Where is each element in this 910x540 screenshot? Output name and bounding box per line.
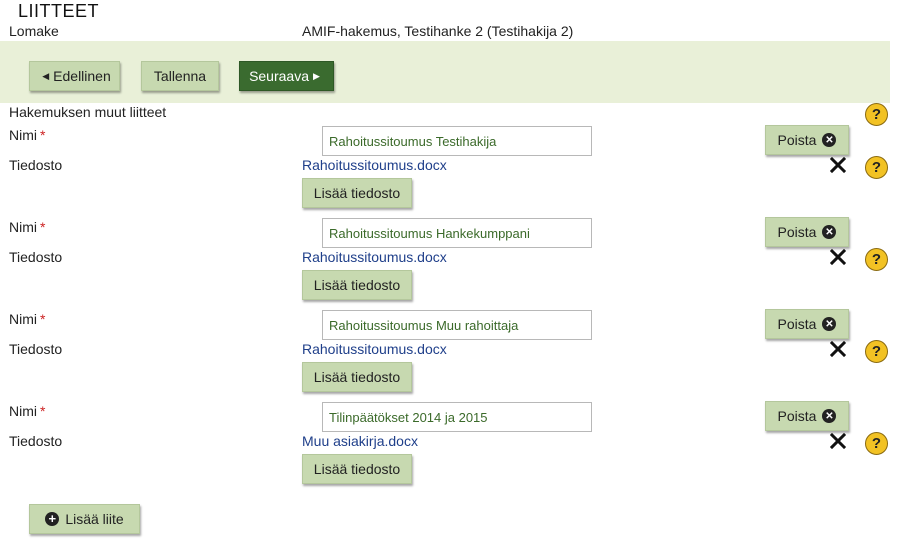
remove-button-label: Poista <box>777 408 817 424</box>
add-file-button[interactable]: Lisää tiedosto <box>302 178 412 208</box>
plus-circle-icon: + <box>45 512 60 526</box>
remove-button[interactable]: Poista ✕ <box>765 217 849 247</box>
name-label: Nimi * <box>9 311 45 327</box>
delete-file-icon[interactable] <box>830 433 846 449</box>
close-circle-icon: ✕ <box>822 409 837 423</box>
add-file-button[interactable]: Lisää tiedosto <box>302 454 412 484</box>
form-label: Lomake <box>9 23 59 39</box>
previous-button[interactable]: ◀ Edellinen <box>29 61 120 91</box>
name-label-text: Nimi <box>9 311 37 327</box>
file-link[interactable]: Muu asiakirja.docx <box>302 433 418 449</box>
add-attachment-label: Lisää liite <box>65 511 124 527</box>
attachment-name-input[interactable] <box>322 126 592 156</box>
file-link[interactable]: Rahoitussitoumus.docx <box>302 249 447 265</box>
remove-button-label: Poista <box>777 132 817 148</box>
next-button-label: Seuraava <box>249 68 309 84</box>
delete-file-icon[interactable] <box>830 341 846 357</box>
help-icon[interactable]: ? <box>865 103 888 126</box>
remove-button[interactable]: Poista ✕ <box>765 401 849 431</box>
page-title: LIITTEET <box>18 1 100 21</box>
help-icon[interactable]: ? <box>865 156 888 179</box>
name-label: Nimi * <box>9 127 45 143</box>
file-link[interactable]: Rahoitussitoumus.docx <box>302 157 447 173</box>
close-circle-icon: ✕ <box>822 133 837 147</box>
remove-button[interactable]: Poista ✕ <box>765 309 849 339</box>
help-icon[interactable]: ? <box>865 340 888 363</box>
add-file-button[interactable]: Lisää tiedosto <box>302 270 412 300</box>
add-file-button[interactable]: Lisää tiedosto <box>302 362 412 392</box>
required-marker: * <box>40 127 46 143</box>
triangle-right-icon: ▶ <box>313 70 320 81</box>
add-attachment-button[interactable]: + Lisää liite <box>29 504 140 534</box>
file-link[interactable]: Rahoitussitoumus.docx <box>302 341 447 357</box>
file-label: Tiedosto <box>9 249 63 265</box>
name-label-text: Nimi <box>9 403 37 419</box>
required-marker: * <box>40 403 46 419</box>
name-label: Nimi * <box>9 219 45 235</box>
file-label: Tiedosto <box>9 157 63 173</box>
remove-button-label: Poista <box>777 316 817 332</box>
help-icon[interactable]: ? <box>865 432 888 455</box>
previous-button-label: Edellinen <box>53 68 111 84</box>
next-button[interactable]: Seuraava ▶ <box>239 61 334 91</box>
help-icon[interactable]: ? <box>865 248 888 271</box>
delete-file-icon[interactable] <box>830 249 846 265</box>
close-circle-icon: ✕ <box>822 317 837 331</box>
close-circle-icon: ✕ <box>822 225 837 239</box>
name-label-text: Nimi <box>9 127 37 143</box>
save-button[interactable]: Tallenna <box>141 61 219 91</box>
form-value: AMIF-hakemus, Testihanke 2 (Testihakija … <box>302 23 574 39</box>
file-label: Tiedosto <box>9 433 63 449</box>
remove-button[interactable]: Poista ✕ <box>765 125 849 155</box>
attachment-name-input[interactable] <box>322 310 592 340</box>
navigation-bar: ◀ Edellinen Tallenna Seuraava ▶ <box>0 41 890 103</box>
section-title: Hakemuksen muut liitteet <box>9 104 167 120</box>
required-marker: * <box>40 219 46 235</box>
triangle-left-icon: ◀ <box>42 70 50 81</box>
name-label-text: Nimi <box>9 219 37 235</box>
name-label: Nimi * <box>9 403 45 419</box>
attachment-name-input[interactable] <box>322 402 592 432</box>
attachment-name-input[interactable] <box>322 218 592 248</box>
required-marker: * <box>40 311 46 327</box>
remove-button-label: Poista <box>777 224 817 240</box>
file-label: Tiedosto <box>9 341 63 357</box>
delete-file-icon[interactable] <box>830 157 846 173</box>
